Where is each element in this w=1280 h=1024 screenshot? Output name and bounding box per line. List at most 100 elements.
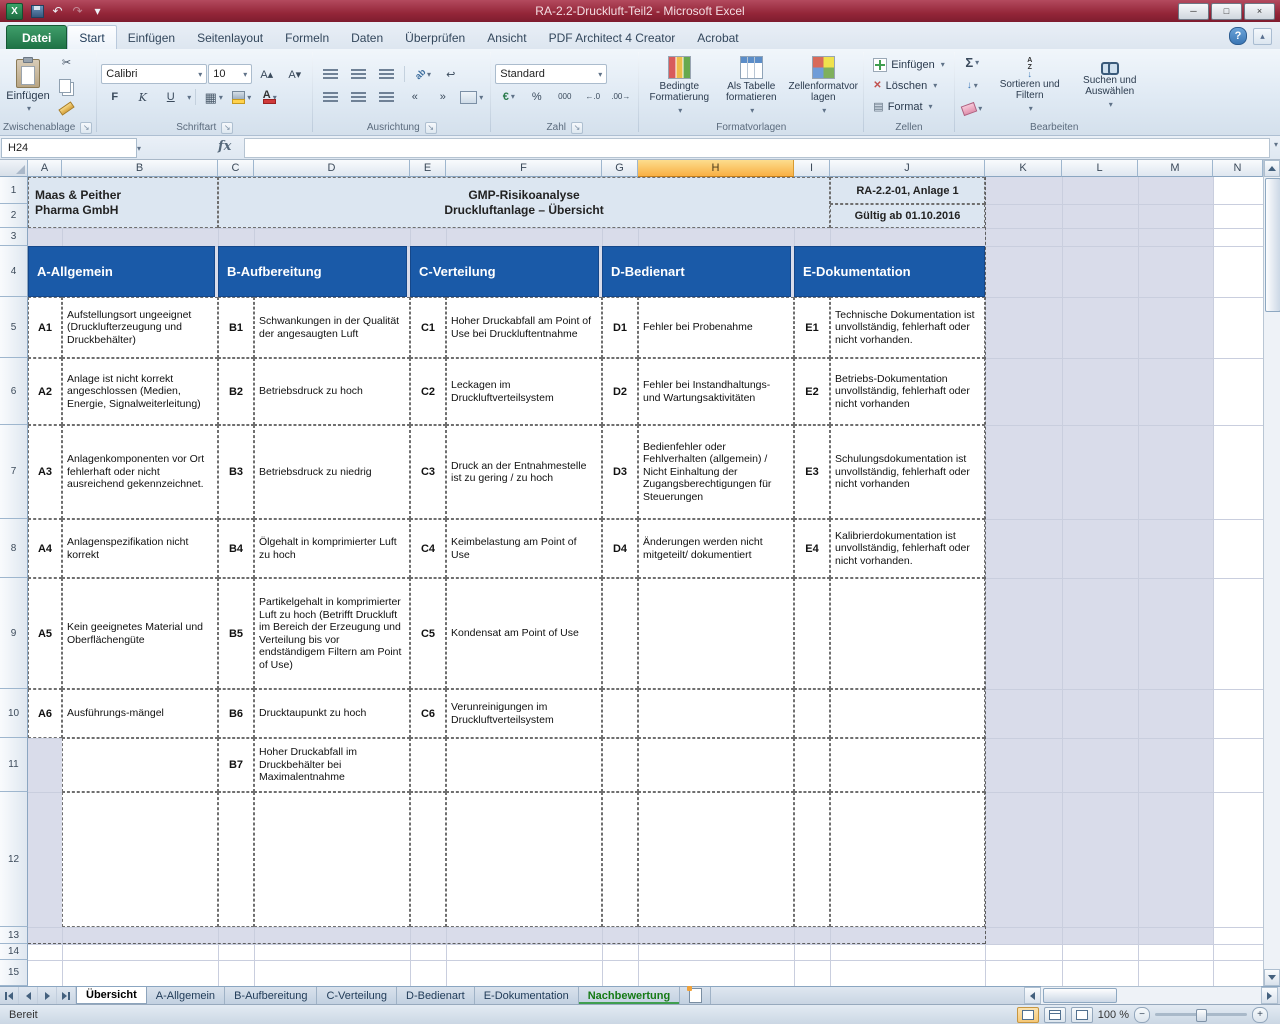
row-header-13[interactable]: 13 (0, 927, 28, 944)
cell-text-B4[interactable]: Ölgehalt in komprimierter Luft zu hoch (254, 519, 410, 578)
horizontal-scrollbar-track[interactable] (1041, 986, 1261, 1005)
cell-code-A5[interactable]: A5 (28, 578, 62, 689)
cell-empty[interactable] (254, 792, 410, 927)
tab-pdf-architect[interactable]: PDF Architect 4 Creator (538, 26, 687, 49)
cell-empty[interactable] (638, 738, 794, 792)
cell-text-D3[interactable]: Bedienfehler oder Fehlverhalten (allgeme… (638, 425, 794, 519)
sheet-tab-a-allgemein[interactable]: A-Allgemein (147, 987, 225, 1004)
sheet-tab-d-bedienart[interactable]: D-Bedienart (397, 987, 475, 1004)
cell-code-D2[interactable]: D2 (602, 358, 638, 425)
cell-text-C4[interactable]: Keimbelastung am Point of Use (446, 519, 602, 578)
cell-code-A4[interactable]: A4 (28, 519, 62, 578)
section-header-d[interactable]: D-Bedienart (602, 246, 791, 297)
tab-start[interactable]: Start (67, 25, 116, 49)
zoom-in-button[interactable]: + (1252, 1007, 1268, 1023)
cell-code-B4[interactable]: B4 (218, 519, 254, 578)
grow-font-button[interactable]: A▴ (253, 64, 280, 85)
redo-button[interactable]: ↷ (68, 3, 87, 20)
horizontal-scrollbar-thumb[interactable] (1043, 988, 1117, 1003)
align-top-button[interactable] (317, 64, 344, 85)
cell-sheet-title[interactable]: GMP-Risikoanalyse Druckluftanlage – Über… (218, 177, 830, 228)
normal-view-button[interactable] (1017, 1007, 1039, 1023)
cell-empty[interactable] (830, 578, 985, 689)
row-header-15[interactable]: 15 (0, 960, 28, 986)
cell-code-B7[interactable]: B7 (218, 738, 254, 792)
minimize-ribbon-icon[interactable]: ▴ (1253, 28, 1272, 45)
cell-empty[interactable] (830, 689, 985, 738)
cell-empty[interactable] (410, 792, 446, 927)
cell-code-D4[interactable]: D4 (602, 519, 638, 578)
format-cells-button[interactable]: ▤Format▾ (868, 97, 949, 116)
tab-datei[interactable]: Datei (6, 25, 67, 49)
cell-code-E4[interactable]: E4 (794, 519, 830, 578)
cell-text-D1[interactable]: Fehler bei Probenahme (638, 297, 794, 358)
qat-customize-button[interactable]: ▾ (88, 3, 107, 20)
cell-code-E1[interactable]: E1 (794, 297, 830, 358)
cell-empty[interactable] (62, 792, 218, 927)
cell-code-B2[interactable]: B2 (218, 358, 254, 425)
cell-empty[interactable] (638, 689, 794, 738)
close-button[interactable]: × (1244, 3, 1275, 20)
zoom-level[interactable]: 100 % (1098, 1009, 1129, 1021)
section-header-e[interactable]: E-Dokumentation (794, 246, 985, 297)
scroll-down-button[interactable] (1264, 969, 1280, 986)
underline-button[interactable]: U (157, 87, 184, 108)
vertical-scrollbar-thumb[interactable] (1265, 178, 1280, 312)
cell-text-B6[interactable]: Drucktaupunkt zu hoch (254, 689, 410, 738)
cell-styles-button[interactable]: Zellenformatvorlagen ▾ (787, 51, 859, 120)
dialog-launcher-icon[interactable]: ↘ (425, 122, 437, 134)
clear-button[interactable]: ▾ (959, 98, 986, 119)
name-box[interactable]: H24 (1, 138, 137, 158)
paste-button[interactable]: Einfügen ▾ (3, 51, 53, 120)
shrink-font-button[interactable]: A▾ (281, 64, 308, 85)
sort-filter-button[interactable]: AZ↓ Sortieren und Filtern ▾ (990, 51, 1070, 120)
cell-text-D4[interactable]: Änderungen werden nicht mitgeteilt/ doku… (638, 519, 794, 578)
percent-style-button[interactable]: % (523, 86, 550, 107)
cell-empty[interactable] (638, 792, 794, 927)
cell-code-A1[interactable]: A1 (28, 297, 62, 358)
column-header-I[interactable]: I (794, 160, 830, 177)
next-sheet-button[interactable] (38, 987, 57, 1004)
cell-code-C1[interactable]: C1 (410, 297, 446, 358)
conditional-formatting-button[interactable]: Bedingte Formatierung ▾ (643, 51, 715, 120)
copy-button[interactable] (53, 75, 80, 96)
accounting-format-button[interactable]: €▾ (495, 86, 522, 107)
cell-text-B1[interactable]: Schwankungen in der Qualität der angesau… (254, 297, 410, 358)
row-header-5[interactable]: 5 (0, 297, 28, 358)
cell-valid-from[interactable]: Gültig ab 01.10.2016 (830, 204, 985, 228)
cell-text-E4[interactable]: Kalibrierdokumentation ist unvollständig… (830, 519, 985, 578)
tab-seitenlayout[interactable]: Seitenlayout (186, 26, 274, 49)
cell-empty[interactable] (602, 792, 638, 927)
row-header-8[interactable]: 8 (0, 519, 28, 578)
column-header-D[interactable]: D (254, 160, 410, 177)
cell-empty[interactable] (446, 792, 602, 927)
row-header-4[interactable]: 4 (0, 246, 28, 297)
zoom-out-button[interactable]: − (1134, 1007, 1150, 1023)
tab-formeln[interactable]: Formeln (274, 26, 340, 49)
column-header-E[interactable]: E (410, 160, 446, 177)
cell-empty[interactable] (62, 738, 218, 792)
cell-code-B5[interactable]: B5 (218, 578, 254, 689)
row-header-6[interactable]: 6 (0, 358, 28, 425)
cell-code-C3[interactable]: C3 (410, 425, 446, 519)
row-header-2[interactable]: 2 (0, 204, 28, 228)
sheet-tab-b-aufbereitung[interactable]: B-Aufbereitung (225, 987, 317, 1004)
cell-text-A3[interactable]: Anlagenkomponenten vor Ort fehlerhaft od… (62, 425, 218, 519)
cell-text-E3[interactable]: Schulungsdokumentation ist unvollständig… (830, 425, 985, 519)
fx-icon[interactable]: fx (218, 139, 231, 154)
cell-code-B3[interactable]: B3 (218, 425, 254, 519)
increase-indent-button[interactable]: » (429, 87, 456, 108)
column-header-J[interactable]: J (830, 160, 985, 177)
cell-code-D3[interactable]: D3 (602, 425, 638, 519)
merge-center-button[interactable]: ▾ (457, 87, 486, 108)
column-header-A[interactable]: A (28, 160, 62, 177)
font-size-select[interactable]: 10▾ (208, 64, 252, 84)
previous-sheet-button[interactable] (19, 987, 38, 1004)
cell-empty[interactable] (794, 738, 830, 792)
wrap-text-button[interactable]: ↩ (437, 64, 464, 85)
borders-button[interactable]: ▦▾ (200, 87, 227, 108)
row-header-10[interactable]: 10 (0, 689, 28, 738)
column-header-C[interactable]: C (218, 160, 254, 177)
row-header-7[interactable]: 7 (0, 425, 28, 519)
cell-code-D1[interactable]: D1 (602, 297, 638, 358)
